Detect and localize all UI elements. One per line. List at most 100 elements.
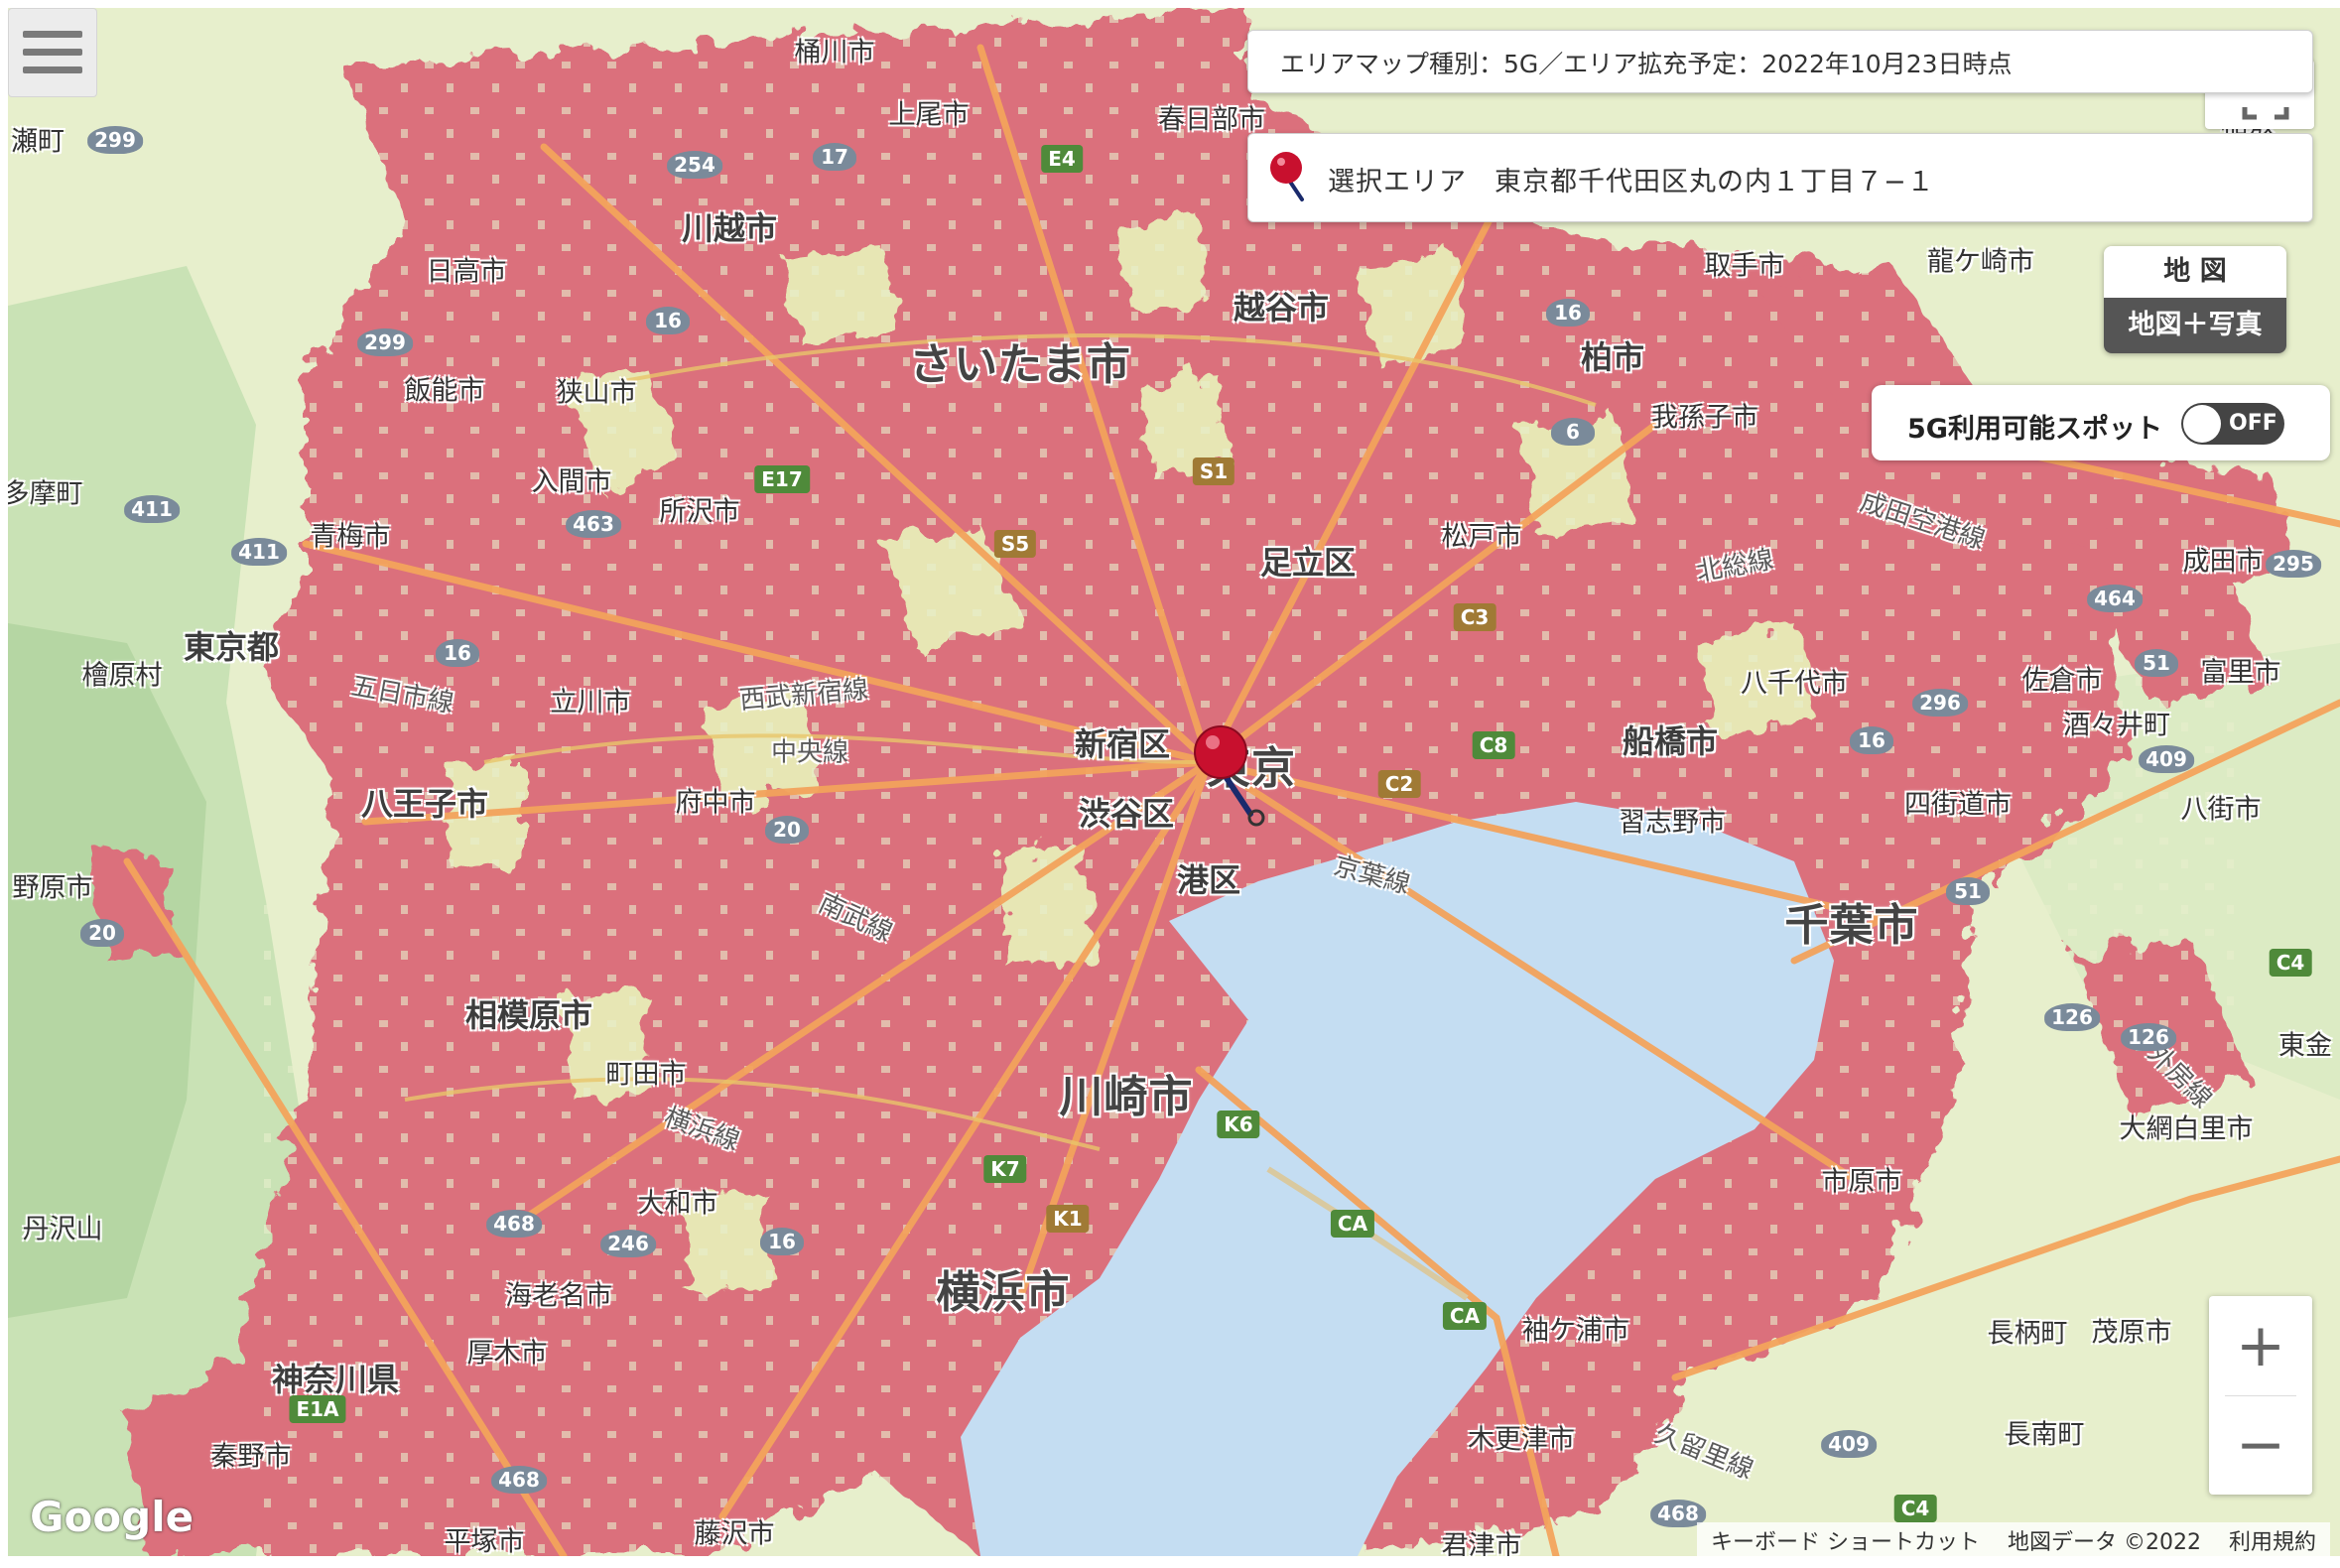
route-shield-20b: 20 — [80, 919, 124, 947]
label-mobara: 茂原市 — [2091, 1317, 2172, 1349]
label-kasukabe: 春日部市 — [1158, 104, 1265, 136]
label-hachioji: 八王子市 — [360, 785, 489, 823]
label-ageo: 上尾市 — [888, 99, 970, 131]
label-atsugi: 厚木市 — [466, 1338, 548, 1370]
expressway-shield-k7: K7 — [983, 1155, 1027, 1183]
route-shield-296: 296 — [1912, 689, 1968, 717]
label-ebina: 海老名市 — [505, 1280, 612, 1312]
keyboard-shortcuts-link[interactable]: キーボード ショートカット — [1697, 1524, 1994, 1556]
label-kimitsu: 君津市 — [1441, 1530, 1522, 1557]
label-tokyo-to: 東京都 — [183, 628, 280, 666]
menu-button[interactable] — [8, 8, 97, 97]
route-shield-16c: 16 — [760, 1228, 804, 1255]
route-shield-409b: 409 — [1821, 1430, 1877, 1458]
route-shield-16d: 16 — [1546, 299, 1590, 327]
label-narashino: 習志野市 — [1619, 807, 1726, 839]
label-shisui: 酒々井町 — [2063, 710, 2170, 741]
route-shield-254: 254 — [667, 151, 722, 179]
route-shield-246: 246 — [600, 1230, 656, 1257]
label-fujisawa: 藤沢市 — [694, 1518, 775, 1550]
label-shinjuku: 新宿区 — [1074, 725, 1171, 763]
label-ryugasaki: 龍ケ崎市 — [1927, 246, 2034, 278]
expressway-shield-ca: CA — [1330, 1210, 1375, 1238]
metro-shield-s5: S5 — [993, 530, 1037, 558]
5g-spot-toggle[interactable]: OFF — [2181, 403, 2284, 445]
label-hidaka: 日高市 — [426, 256, 507, 288]
map-type-control[interactable]: 地 図 地図＋写真 — [2104, 246, 2286, 353]
red-pin-icon — [1270, 152, 1304, 201]
label-chonan: 長南町 — [2004, 1419, 2085, 1451]
terms-link[interactable]: 利用規約 — [2215, 1524, 2330, 1556]
label-kisarazu: 木更津市 — [1468, 1424, 1575, 1456]
route-shield-464: 464 — [2087, 585, 2143, 612]
zoom-in-button[interactable]: + — [2209, 1296, 2312, 1395]
label-kanagawa: 神奈川県 — [271, 1361, 400, 1398]
route-shield-6: 6 — [1551, 418, 1595, 446]
map-frame: さいたま市 東京 千葉市 川崎市 横浜市 相模原市 八王子市 川越市 越谷市 柏… — [0, 0, 2340, 1568]
label-narita: 成田市 — [2182, 546, 2264, 578]
expressway-shield-k6: K6 — [1217, 1111, 1260, 1138]
label-funabashi: 船橋市 — [1622, 722, 1719, 760]
map-type-text: エリアマップ種別：5G／エリア拡充予定：2022年10月23日時点 — [1280, 50, 2013, 78]
hamburger-line — [23, 49, 82, 56]
label-yotsukaido: 四街道市 — [1904, 789, 2012, 821]
toggle-state: OFF — [2229, 411, 2277, 436]
route-shield-126b: 126 — [2121, 1023, 2176, 1051]
label-ichihara: 市原市 — [1821, 1166, 1902, 1198]
label-koshigaya: 越谷市 — [1233, 289, 1330, 327]
label-tanzawa: 丹沢山 — [22, 1214, 103, 1245]
route-shield-20: 20 — [765, 816, 809, 844]
label-saitama: さいたま市 — [909, 339, 1131, 390]
expressway-shield-ca2: CA — [1442, 1302, 1488, 1330]
label-sakura: 佐倉市 — [2021, 665, 2103, 697]
route-shield-299b: 299 — [357, 328, 413, 356]
route-shield-411b: 411 — [231, 538, 287, 566]
label-kawasaki: 川崎市 — [1059, 1072, 1194, 1122]
hamburger-line — [23, 66, 82, 73]
label-minato: 港区 — [1176, 861, 1241, 899]
selected-location-pin-icon[interactable] — [1193, 722, 1272, 832]
label-abiko: 我孫子市 — [1651, 402, 1758, 434]
label-matsudo: 松戸市 — [1441, 521, 1522, 553]
label-kawagoe: 川越市 — [681, 209, 778, 247]
label-okegawa: 桶川市 — [794, 37, 875, 68]
label-higashimurayama: 瀬町 — [11, 126, 65, 158]
route-shield-16e: 16 — [1850, 726, 1893, 754]
zoom-out-button[interactable]: − — [2209, 1395, 2312, 1495]
coverage-map[interactable]: さいたま市 東京 千葉市 川崎市 横浜市 相模原市 八王子市 川越市 越谷市 柏… — [8, 8, 2340, 1556]
label-hanno: 飯能市 — [404, 375, 485, 407]
label-hinohara: 檜原村 — [81, 660, 163, 692]
route-shield-16b: 16 — [436, 639, 479, 667]
route-shield-17: 17 — [813, 143, 856, 171]
map-type-satellite-button[interactable]: 地図＋写真 — [2104, 298, 2286, 353]
label-chuo: 中央線 — [770, 737, 849, 768]
hamburger-menu-icon — [23, 31, 82, 38]
route-shield-411: 411 — [124, 495, 180, 523]
label-togane: 東金 — [2278, 1030, 2332, 1062]
expressway-shield-e1a: E1A — [289, 1395, 346, 1423]
metro-shield-s1: S1 — [1192, 457, 1235, 485]
selected-area-text: 選択エリア 東京都千代田区丸の内１丁目７−１ — [1328, 167, 1935, 197]
label-yachiyo: 八千代市 — [1741, 668, 1848, 700]
map-type-map-button[interactable]: 地 図 — [2104, 246, 2286, 298]
zoom-control: + − — [2209, 1296, 2312, 1495]
5g-spot-label: 5G利用可能スポット — [1907, 414, 2162, 445]
label-toride: 取手市 — [1704, 250, 1785, 282]
label-shibuya: 渋谷区 — [1078, 795, 1175, 833]
google-logo: Google — [30, 1493, 195, 1541]
expressway-shield-e4: E4 — [1041, 145, 1083, 173]
label-adachi: 足立区 — [1259, 544, 1357, 582]
expressway-shield-e17: E17 — [754, 465, 810, 493]
metro-shield-c3: C3 — [1453, 603, 1496, 631]
route-shield-463: 463 — [566, 510, 621, 538]
label-tokorozawa: 所沢市 — [659, 496, 740, 528]
label-akiruno: 野原市 — [12, 872, 93, 904]
label-sayama: 狭山市 — [556, 377, 637, 409]
5g-spot-toggle-panel: 5G利用可能スポット OFF — [1872, 385, 2330, 460]
metro-shield-k1: K1 — [1046, 1205, 1090, 1233]
label-tachikawa: 立川市 — [550, 687, 631, 719]
route-shield-468b: 468 — [491, 1466, 547, 1494]
label-sagamihara: 相模原市 — [464, 996, 593, 1034]
route-shield-16: 16 — [646, 307, 690, 334]
label-sodegaura: 袖ケ浦市 — [1522, 1315, 1629, 1347]
